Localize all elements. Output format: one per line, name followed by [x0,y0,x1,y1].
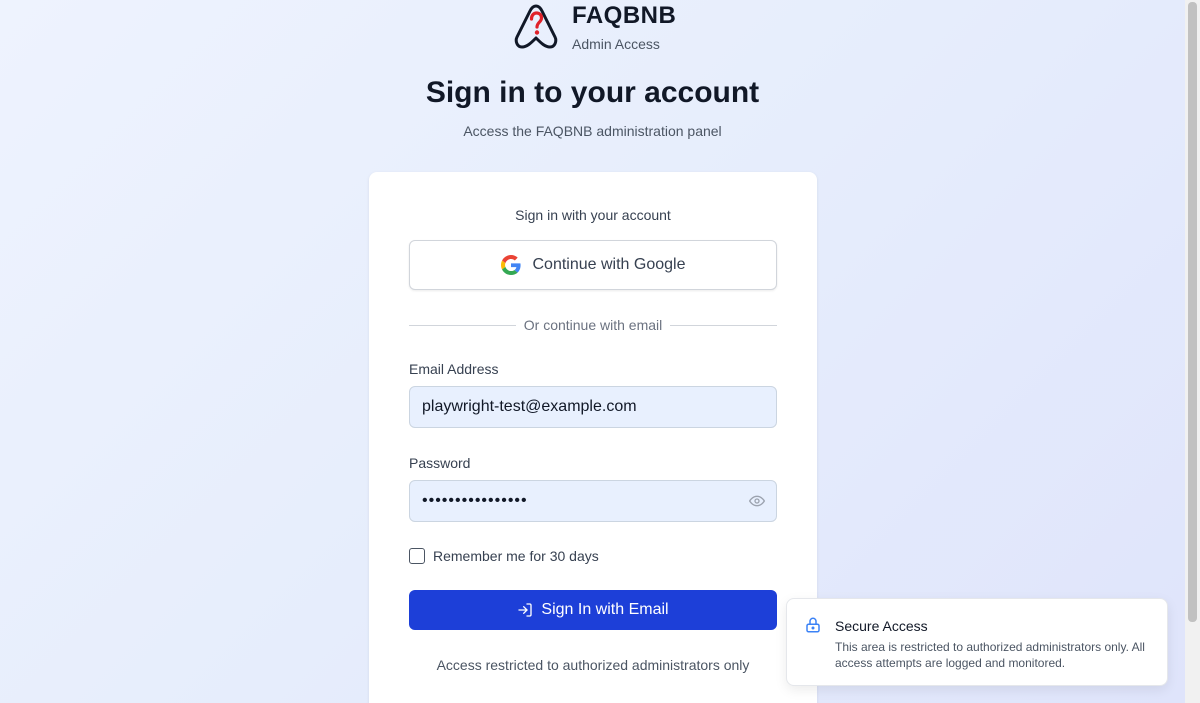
password-field[interactable] [409,480,777,522]
password-label: Password [409,455,471,471]
email-field[interactable] [409,386,777,428]
brand-header: FAQBNB Admin Access [512,2,676,52]
airbnb-question-logo-icon [514,4,558,49]
restricted-note: Access restricted to authorized administ… [436,657,750,673]
divider: Or continue with email [409,317,778,333]
login-arrow-icon [518,603,533,617]
signin-email-button[interactable]: Sign In with Email [409,590,777,630]
card-heading: Sign in with your account [515,207,671,223]
page-scrollbar[interactable] [1185,0,1200,703]
toast-title: Secure Access [835,618,928,634]
signin-card: Sign in with your account Continue with … [369,172,817,703]
show-password-eye-icon[interactable] [749,493,765,509]
page-subtitle: Access the FAQBNB administration panel [463,123,722,139]
google-icon [500,255,521,275]
lock-icon [806,617,820,633]
remember-me-label: Remember me for 30 days [433,548,599,564]
divider-line-right [670,324,778,326]
google-signin-button[interactable]: Continue with Google [409,240,777,290]
email-label: Email Address [409,361,499,377]
divider-line-left [409,324,516,326]
brand-subtitle: Admin Access [572,36,660,52]
google-button-label: Continue with Google [532,256,686,273]
remember-me-checkbox[interactable] [409,548,425,564]
page-title: Sign in to your account [425,76,760,109]
scrollbar-thumb[interactable] [1188,2,1197,622]
toast-message: This area is restricted to authorized ad… [835,640,1145,670]
signin-button-label: Sign In with Email [541,601,669,618]
remember-me: Remember me for 30 days [409,548,599,564]
divider-text: Or continue with email [523,317,663,333]
secure-access-toast: Secure Access This area is restricted to… [786,598,1168,686]
brand-name: FAQBNB [572,2,677,29]
